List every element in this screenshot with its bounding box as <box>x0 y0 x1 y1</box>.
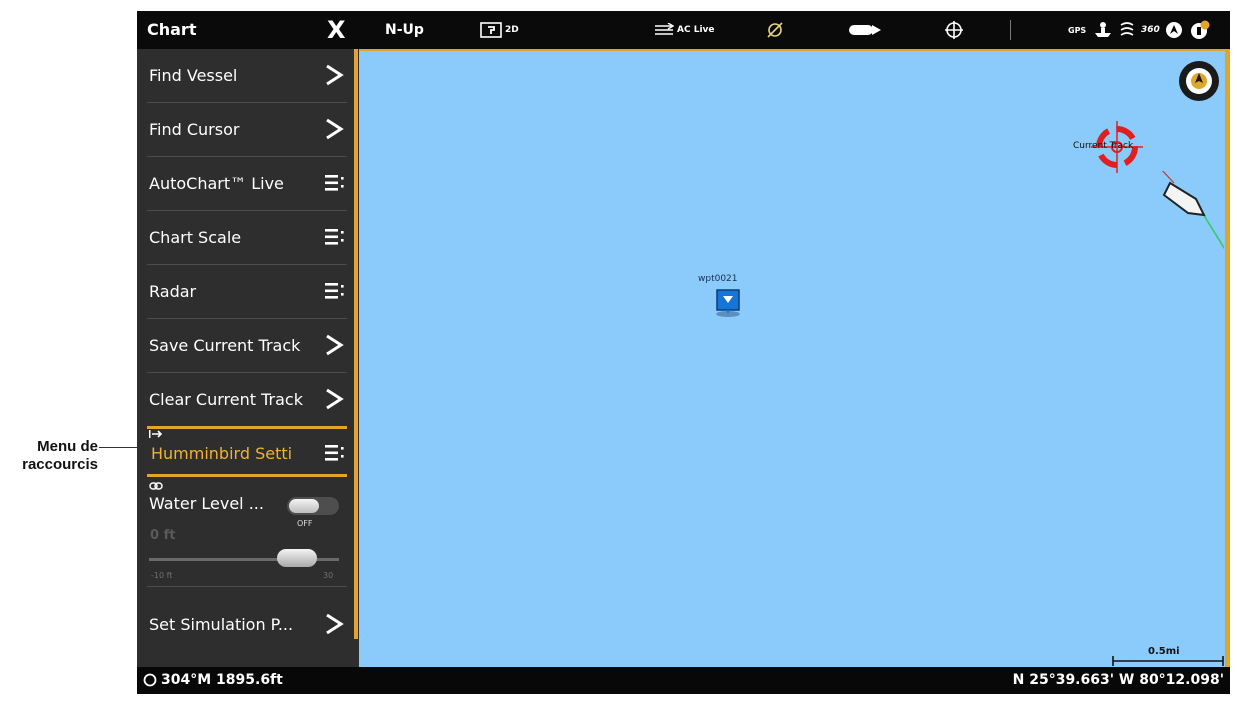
chart-display: Chart X N-Up 2D AC Live GPS 360 Find Ves… <box>137 11 1230 694</box>
man-overboard-status[interactable] <box>1093 19 1113 41</box>
waypoint-icon[interactable] <box>715 288 741 318</box>
chevron-right-icon <box>326 118 344 140</box>
menu-title: Chart <box>147 20 197 39</box>
heading-depth-value: 304°M 1895.6ft <box>161 672 283 688</box>
menu-item-set-simulation[interactable]: Set Simulation P... <box>147 598 347 651</box>
menu-item-water-level[interactable]: Water Level ... OFF 0 ft -10 ft 30 <box>147 476 347 587</box>
view-mode-indicator[interactable]: 2D <box>480 19 519 41</box>
menu-item-find-cursor[interactable]: Find Cursor <box>147 103 347 157</box>
submenu-icon <box>325 445 344 461</box>
view-mode-label: 2D <box>505 25 519 35</box>
heading-ring-icon <box>143 673 157 687</box>
close-menu-button[interactable]: X <box>327 16 346 44</box>
map-frame-top <box>359 49 1230 51</box>
navigation-arrow-icon <box>1166 22 1182 38</box>
chart-scale-bar <box>1112 656 1224 666</box>
sonar-status[interactable] <box>1119 19 1135 41</box>
heading-depth-readout: 304°M 1895.6ft <box>143 672 283 688</box>
chevron-right-icon <box>326 388 344 410</box>
water-level-slider-handle[interactable] <box>277 549 317 567</box>
person-boat-icon <box>1095 22 1111 37</box>
link-icon <box>149 482 163 490</box>
menu-item-label: Chart Scale <box>149 228 242 247</box>
sonar-beam-icon <box>849 25 881 35</box>
submenu-icon <box>325 229 344 245</box>
menu-item-humminbird-settings[interactable]: Humminbird Setti <box>147 426 347 477</box>
chart-view-icon <box>480 22 502 38</box>
menu-item-label: Clear Current Track <box>149 390 303 409</box>
menu-item-find-vessel[interactable]: Find Vessel <box>147 49 347 103</box>
sonar-beam-indicator[interactable] <box>848 19 882 41</box>
menu-item-label: Set Simulation P... <box>149 615 294 634</box>
chevron-right-icon <box>326 64 344 86</box>
top-status-bar: Chart X N-Up 2D AC Live GPS 360 <box>137 11 1230 49</box>
menu-item-save-current-track[interactable]: Save Current Track <box>147 319 347 373</box>
compass-rose-icon[interactable] <box>1177 59 1221 103</box>
chevron-right-icon <box>326 613 344 635</box>
cursor-mode-indicator[interactable] <box>944 19 964 41</box>
topbar-divider <box>1010 20 1011 40</box>
gps-label: GPS <box>1068 25 1087 35</box>
track-label: Current Track <box>1073 141 1134 151</box>
menu-item-clear-current-track[interactable]: Clear Current Track <box>147 373 347 427</box>
water-level-value: 0 ft <box>150 528 176 543</box>
satellite-status[interactable] <box>765 19 785 41</box>
submenu-icon <box>325 283 344 299</box>
shortcut-menu-callout: Menu de raccourcis <box>0 438 98 474</box>
autochart-live-label: AC Live <box>677 25 715 35</box>
shortcut-arrow-icon <box>149 430 163 438</box>
shortcut-menu: Find Vessel Find Cursor AutoChart™ Live … <box>137 49 359 694</box>
menu-item-autochart-live[interactable]: AutoChart™ Live <box>147 157 347 211</box>
toggle-knob <box>289 499 319 513</box>
menu-item-label: AutoChart™ Live <box>149 174 284 193</box>
chevron-right-icon <box>326 334 344 356</box>
chart-map-view[interactable]: wpt0021 Current Track 0.5mi <box>359 49 1225 667</box>
slider-max-label: 30 <box>323 571 334 580</box>
water-level-toggle[interactable] <box>287 497 339 515</box>
autochart-live-indicator[interactable]: AC Live <box>654 19 715 41</box>
submenu-icon <box>325 175 344 191</box>
navigation-status[interactable] <box>1165 19 1183 41</box>
menu-scrollbar[interactable] <box>354 49 358 639</box>
menu-item-label: Find Vessel <box>149 66 238 85</box>
360-label: 360 <box>1141 25 1160 35</box>
callout-line-2: raccourcis <box>22 456 98 473</box>
menu-item-label: Water Level ... <box>149 494 264 513</box>
sonar-waves-icon <box>1120 22 1134 36</box>
map-frame-right <box>1225 49 1230 667</box>
360-imaging-status[interactable]: 360 <box>1141 19 1160 41</box>
gps-status[interactable]: GPS <box>1068 19 1086 41</box>
menu-item-label: Find Cursor <box>149 120 240 139</box>
orientation-mode[interactable]: N-Up <box>385 22 424 38</box>
vessel-icon[interactable] <box>1154 171 1224 261</box>
slider-min-label: -10 ft <box>151 571 173 580</box>
waypoint-label: wpt0021 <box>698 274 738 284</box>
menu-item-radar[interactable]: Radar <box>147 265 347 319</box>
menu-item-label: Save Current Track <box>149 336 301 355</box>
autochart-live-icon <box>655 23 674 35</box>
satellite-off-icon <box>767 22 783 38</box>
bottom-status-bar: 304°M 1895.6ft N 25°39.663' W 80°12.098' <box>137 667 1230 694</box>
toggle-state-label: OFF <box>297 519 313 528</box>
alerts-status[interactable] <box>1189 19 1211 41</box>
menu-item-label: Humminbird Setti <box>151 444 293 463</box>
callout-line-1: Menu de <box>37 438 98 455</box>
position-coordinates: N 25°39.663' W 80°12.098' <box>1012 672 1224 688</box>
crosshair-icon <box>945 21 963 39</box>
menu-item-chart-scale[interactable]: Chart Scale <box>147 211 347 265</box>
menu-item-label: Radar <box>149 282 197 301</box>
alert-badge-icon <box>1191 20 1210 39</box>
